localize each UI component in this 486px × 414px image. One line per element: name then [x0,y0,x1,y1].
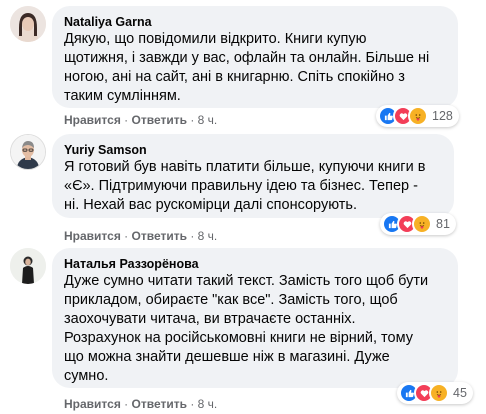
reactions-summary[interactable]: 128 [376,105,459,127]
comment-author[interactable]: Yuriy Samson [64,142,442,158]
avatar-photo [11,135,45,169]
comment-bubble: Nataliya Garna Дякую, що повідомили відк… [52,6,458,108]
comment-actions: Нравится · Ответить · 8 ч. [64,113,217,127]
reaction-count: 45 [453,386,467,400]
comment-line: Я готовий був навіть платити більше, куп… [64,159,426,175]
separator: · [190,229,195,243]
comment-line: щотижня, і завжди у вас, офлайн та онлай… [64,50,430,66]
separator: · [124,397,129,411]
care-icon [429,383,449,403]
comment-2: Yuriy Samson Я готовий був навіть платит… [0,134,486,244]
comment-author[interactable]: Nataliya Garna [64,14,446,30]
reaction-count: 128 [432,109,453,123]
comment-line: «Є». Підтримуючи правильну ідею та бізне… [64,178,418,194]
like-button[interactable]: Нравится [64,229,121,243]
reply-button[interactable]: Ответить [132,229,187,243]
separator: · [190,113,195,127]
comment-author[interactable]: Наталья Раззорёнова [64,256,446,272]
comment-line: прикладом, обираєте "как все". Замість т… [64,292,398,308]
care-icon [412,214,432,234]
reply-button[interactable]: Ответить [132,113,187,127]
reply-button[interactable]: Ответить [132,397,187,411]
avatar[interactable] [10,248,46,284]
comment-time[interactable]: 8 ч. [198,113,218,127]
comment-3: Наталья Раззорёнова Дуже сумно читати та… [0,248,486,414]
comment-actions: Нравится · Ответить · 8 ч. [64,397,217,411]
comment-text: Дякую, що повідомили відкрито. Книги куп… [64,30,446,106]
comment-line: Розрахунок на російськомовні книги не ві… [64,330,413,346]
comment-time[interactable]: 8 ч. [198,397,218,411]
avatar[interactable] [10,6,46,42]
comment-text: Дуже сумно читати такий текст. Замість т… [64,272,446,386]
comment-actions: Нравится · Ответить · 8 ч. [64,229,217,243]
care-icon [408,106,428,126]
separator: · [124,113,129,127]
reactions-summary[interactable]: 45 [397,382,473,404]
comment-text: Я готовий був навіть платити більше, куп… [64,158,442,215]
comment-bubble: Yuriy Samson Я готовий був навіть платит… [52,134,454,218]
separator: · [124,229,129,243]
comment-line: що можна знайти дешевше ніж в магазині. … [64,349,390,365]
separator: · [190,397,195,411]
comment-bubble: Наталья Раззорёнова Дуже сумно читати та… [52,248,458,388]
like-button[interactable]: Нравится [64,397,121,411]
comment-line: таким сумлінням. [64,88,181,104]
comment-time[interactable]: 8 ч. [198,229,218,243]
avatar-photo [10,6,46,42]
avatar-photo [10,248,46,284]
like-button[interactable]: Нравится [64,113,121,127]
comment-1: Nataliya Garna Дякую, що повідомили відк… [0,0,486,130]
comment-line: заохочувати читача, ви втрачаєте останні… [64,311,356,327]
comment-line: ні. Нехай вас рускомірци далі спонсоруют… [64,197,357,213]
reaction-count: 81 [436,217,450,231]
avatar[interactable] [10,134,46,170]
comment-line: Дуже сумно читати такий текст. Замість т… [64,273,429,289]
comment-line: сумно. [64,368,109,384]
comment-line: ногою, ані на сайт, ані в книгарню. Спіт… [64,69,405,85]
comment-line: Дякую, що повідомили відкрито. Книги куп… [64,31,367,47]
reactions-summary[interactable]: 81 [380,213,456,235]
